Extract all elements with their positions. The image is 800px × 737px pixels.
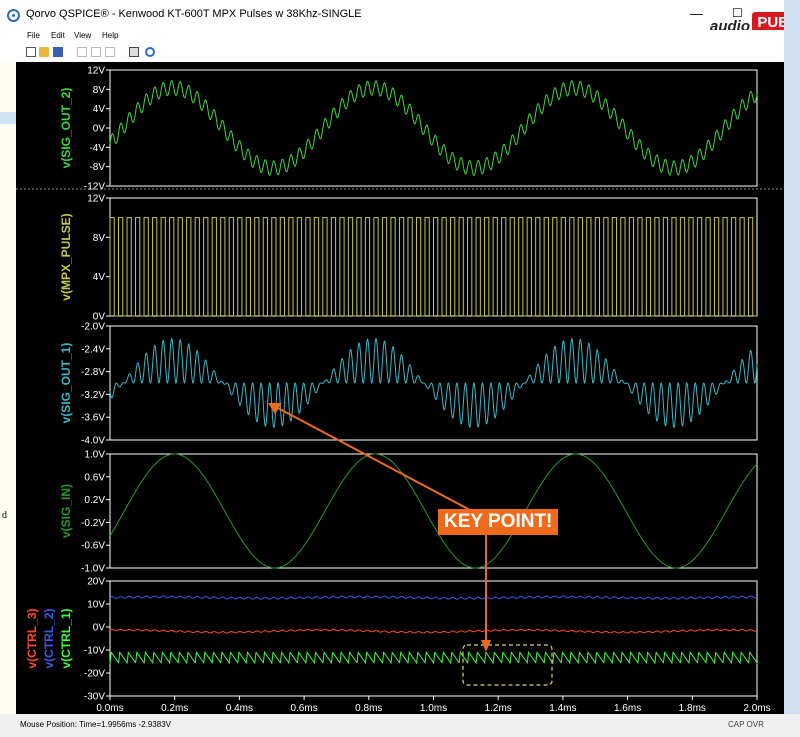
y-tick-label: 8V [93, 233, 106, 244]
y-tick-label: 20V [87, 577, 105, 588]
x-tick-label: 1.4ms [549, 703, 576, 714]
trace-ctrl-2 [109, 595, 758, 600]
pane-frame-sig_in [109, 453, 758, 569]
keyboard-state: CAP OVR [728, 720, 764, 729]
y-tick-label: -10V [84, 646, 105, 657]
y-tick-label: -2.8V [81, 367, 105, 378]
x-tick-label: 0.8ms [355, 703, 382, 714]
series-label-vsig-out-1: v(SIG_OUT_1) [59, 343, 73, 424]
y-tick-label: -1.0V [81, 564, 105, 575]
trace-ctrl-1 [109, 650, 758, 665]
y-tick-label: 4V [93, 104, 106, 115]
y-tick-label: -3.6V [81, 413, 105, 424]
trace-ctrl-3 [109, 628, 758, 634]
mouse-position-readout: Mouse Position: Time=1.9956ms -2.9383V [20, 720, 171, 729]
y-tick-label: 10V [87, 600, 105, 611]
x-tick-label: 1.8ms [679, 703, 706, 714]
status-bar: Mouse Position: Time=1.9956ms -2.9383V C… [0, 714, 800, 737]
key-point-arrow-up [275, 406, 471, 511]
trace-sig-in [109, 453, 758, 569]
pane-frame-sig_out_1 [109, 325, 758, 441]
x-tick-label: 1.2ms [485, 703, 512, 714]
y-tick-label: 12V [87, 66, 105, 77]
y-tick-label: 0.6V [84, 472, 105, 483]
key-point-callout: KEY POINT! [438, 509, 559, 535]
y-tick-label: 0.2V [84, 495, 105, 506]
series-label-vsig-out-2: v(SIG_OUT_2) [59, 88, 73, 169]
trace-sig-out-2 [109, 80, 758, 176]
y-tick-label: 1.0V [84, 450, 105, 461]
y-tick-label: -12V [84, 182, 105, 193]
series-label-vctrl-3: v(CTRL_3) [25, 608, 39, 668]
y-tick-label: -2.0V [81, 322, 105, 333]
key-point-highlight-box [462, 644, 553, 686]
x-tick-label: 0.0ms [96, 703, 123, 714]
arrow-head-down [481, 640, 491, 652]
y-tick-label: -20V [84, 669, 105, 680]
y-tick-label: -30V [84, 692, 105, 703]
y-tick-label: 4V [93, 272, 106, 283]
trace-sig-out-1 [109, 337, 758, 428]
y-tick-label: -3.2V [81, 390, 105, 401]
y-tick-label: -2.4V [81, 344, 105, 355]
y-tick-label: 0V [93, 124, 106, 135]
x-tick-label: 0.6ms [290, 703, 317, 714]
series-label-vmpx-pulse: v(MPX_PULSE) [59, 213, 73, 300]
y-tick-label: -8V [89, 162, 105, 173]
trace-mpx-pulse [109, 217, 757, 317]
y-tick-label: -4.0V [81, 436, 105, 447]
waveform-plot[interactable]: 12V 8V 4V 0V -4V -8V -12V v(SIG_OUT_2) 12V 8V 4V 0V… [0, 0, 800, 737]
x-tick-label: 0.2ms [161, 703, 188, 714]
y-tick-label: -0.2V [81, 518, 105, 529]
y-tick-label: -0.6V [81, 541, 105, 552]
x-tick-label: 1.0ms [420, 703, 447, 714]
x-tick-label: 0.4ms [226, 703, 253, 714]
y-tick-label: 12V [87, 194, 105, 205]
y-tick-label: -4V [89, 143, 105, 154]
x-tick-label: 2.0ms [743, 703, 770, 714]
series-label-vctrl-1: v(CTRL_1) [59, 608, 73, 668]
series-label-vctrl-2: v(CTRL_2) [42, 608, 56, 668]
x-tick-label: 1.6ms [614, 703, 641, 714]
y-tick-label: 0V [93, 623, 106, 634]
y-tick-label: 8V [93, 85, 106, 96]
series-label-vsig-in: v(SIG_IN) [59, 484, 73, 538]
